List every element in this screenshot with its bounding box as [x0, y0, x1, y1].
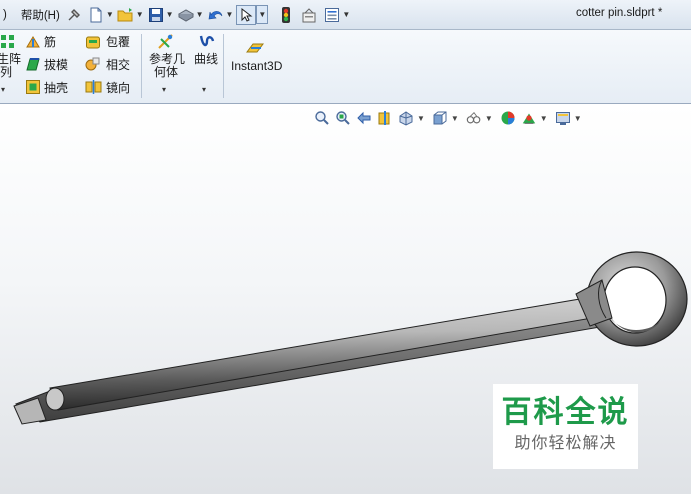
- chevron-down-icon[interactable]: ▼: [136, 10, 144, 19]
- rib-icon[interactable]: [25, 34, 41, 50]
- intersect-icon[interactable]: [85, 56, 101, 72]
- graphics-viewport[interactable]: ▼ ▼ ▼ ▼ ▼ 百科全说 助你轻松解决: [0, 104, 691, 494]
- curves-icon[interactable]: [198, 33, 215, 49]
- draft-label[interactable]: 拔模: [44, 58, 68, 72]
- select-cursor-icon[interactable]: [236, 4, 257, 25]
- chevron-down-icon[interactable]: ▼: [106, 10, 114, 19]
- save-icon[interactable]: [147, 6, 165, 24]
- reference-geometry-icon[interactable]: [157, 33, 173, 49]
- chevron-down-icon[interactable]: ▼: [256, 5, 269, 24]
- ribbon-separator: [141, 34, 142, 98]
- linear-pattern-label-1[interactable]: 生阵: [0, 52, 21, 66]
- chevron-down-icon[interactable]: ▼: [342, 10, 350, 19]
- curves-label[interactable]: 曲线: [194, 52, 218, 66]
- rebuild-traffic-light-icon[interactable]: [277, 6, 295, 24]
- intersect-label[interactable]: 相交: [106, 58, 130, 72]
- reference-geometry-label-2[interactable]: 何体: [154, 65, 178, 79]
- wrap-icon[interactable]: [85, 34, 101, 50]
- file-properties-icon[interactable]: [301, 6, 319, 24]
- cotter-pin-eye-hole: [603, 266, 667, 334]
- undo-icon[interactable]: [207, 6, 225, 24]
- draft-icon[interactable]: [25, 56, 41, 72]
- instant3d-icon[interactable]: [245, 40, 264, 56]
- chevron-down-icon[interactable]: ▼: [196, 10, 204, 19]
- linear-pattern-label-2[interactable]: 列: [0, 65, 12, 79]
- shell-icon[interactable]: [25, 79, 41, 95]
- new-document-icon[interactable]: [87, 6, 105, 24]
- cotter-pin-shaft-end-cap: [45, 387, 65, 411]
- watermark-title: 百科全说: [501, 396, 630, 429]
- ribbon-separator: [223, 34, 224, 98]
- options-list-icon[interactable]: [323, 6, 341, 24]
- chevron-down-icon[interactable]: ▼: [166, 10, 174, 19]
- pin-icon[interactable]: [65, 6, 83, 24]
- reference-geometry-label-1[interactable]: 参考几: [149, 52, 185, 66]
- mirror-label[interactable]: 镜向: [106, 81, 130, 95]
- menu-bar: ) 帮助(H) ▼ ▼ ▼ ▼ ▼ ▼ ▼ cotter pin.sldprt …: [0, 0, 691, 30]
- instant3d-label[interactable]: Instant3D: [231, 59, 282, 73]
- document-title: cotter pin.sldprt *: [576, 7, 663, 19]
- watermark-subtitle: 助你轻松解决: [514, 435, 617, 452]
- quick-access-toolbar: ▼ ▼ ▼ ▼ ▼ ▼ ▼: [65, 3, 353, 27]
- chevron-down-icon[interactable]: ▼: [226, 10, 234, 19]
- baike-watermark: 百科全说 助你轻松解决: [493, 384, 638, 469]
- shell-label[interactable]: 抽壳: [44, 81, 68, 95]
- print-icon[interactable]: [177, 6, 195, 24]
- chevron-down-icon[interactable]: ▾: [162, 85, 166, 94]
- menu-item-partial[interactable]: ): [0, 9, 10, 21]
- features-ribbon: 生阵 列 ▾ 筋 拔模 抽壳 包覆 相交 镜向 参考几 何体 ▾ 曲线 ▾ In…: [0, 30, 691, 104]
- rib-label[interactable]: 筋: [44, 35, 56, 49]
- linear-pattern-icon[interactable]: [0, 34, 16, 50]
- wrap-label[interactable]: 包覆: [106, 35, 130, 49]
- menu-item-help[interactable]: 帮助(H): [18, 7, 63, 23]
- chevron-down-icon[interactable]: ▾: [1, 85, 5, 94]
- open-folder-icon[interactable]: [117, 6, 135, 24]
- mirror-icon[interactable]: [85, 79, 102, 95]
- chevron-down-icon[interactable]: ▾: [202, 85, 206, 94]
